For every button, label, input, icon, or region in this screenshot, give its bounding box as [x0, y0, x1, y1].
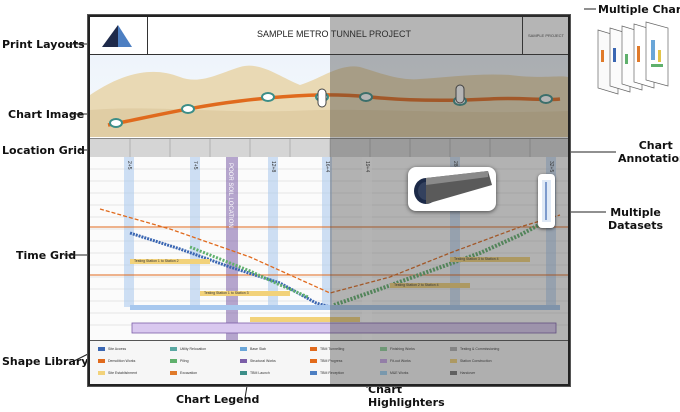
title-block: SAMPLE METRO TUNNEL PROJECT SAMPLE PROJE… — [90, 17, 569, 75]
callout-chart-highlighters: Chart Highlighters — [368, 383, 445, 409]
chart-stack-icon — [597, 21, 669, 95]
dataset-icon — [542, 180, 551, 222]
highlight-band — [124, 157, 134, 307]
location-grid — [90, 138, 568, 158]
blue-band — [130, 305, 560, 310]
shaft — [317, 88, 327, 108]
legend-item: TBM Progress — [320, 359, 343, 363]
callout-time-grid: Time Grid — [16, 249, 77, 262]
legend-swatch — [310, 371, 317, 375]
station-node — [261, 92, 275, 102]
callout-chart-legend: Chart Legend — [176, 393, 260, 406]
time-grid: 2+5 7+5 12+8 16+4 19+4 28+5 32+5 POOR SO… — [90, 157, 568, 341]
station-label-4: 16+4 — [324, 161, 330, 173]
logo-icon — [102, 25, 132, 47]
station-label-3: 12+8 — [270, 161, 276, 173]
legend-item: Excavation — [180, 371, 198, 375]
callout-multiple-charts: Multiple Charts — [598, 3, 680, 16]
time-grid-chart — [90, 157, 568, 340]
legend-item: Site Access — [108, 347, 127, 351]
legend-item: Finishing Works — [390, 347, 415, 351]
legend-item: Fit-out Works — [390, 359, 411, 363]
legend-swatch — [170, 371, 177, 375]
legend-swatch — [450, 347, 457, 351]
station-label-1: 2+5 — [126, 161, 132, 170]
legend-item: Piling — [180, 359, 189, 363]
logo-box — [90, 17, 148, 54]
highlight-band — [322, 157, 332, 307]
legend-swatch — [98, 347, 105, 351]
legend-swatch — [380, 359, 387, 363]
green-progress-series-2 — [189, 245, 309, 299]
highlight-band — [190, 157, 200, 307]
legend-swatch — [240, 359, 247, 363]
callout-print-layouts: Print Layouts — [2, 38, 85, 51]
testing-label-3: Testing Station 2 to Station 4 — [394, 283, 439, 287]
legend-swatch — [98, 371, 105, 375]
poor-soil-label: POOR SOIL LOCATION — [227, 163, 233, 228]
legend-swatch — [310, 347, 317, 351]
legend-item: Handover — [460, 371, 476, 375]
callout-multiple-datasets-text: Multiple Datasets — [608, 206, 664, 232]
chart-annotation-card — [408, 167, 496, 211]
legend-item: Station Construction — [460, 359, 492, 363]
shaft — [455, 84, 465, 104]
legend-item: Demolition Works — [108, 359, 136, 363]
dataset-annotation-card — [538, 174, 555, 228]
legend-item: Base Slab — [250, 347, 266, 351]
station-label-2: 7+5 — [192, 161, 198, 170]
sheet-title: SAMPLE METRO TUNNEL PROJECT — [256, 29, 412, 39]
legend-swatch — [380, 347, 387, 351]
legend-item: TBM Reception — [320, 371, 345, 375]
chart-highlighter-column — [362, 157, 372, 340]
legend-swatch — [380, 371, 387, 375]
hatched-band — [131, 322, 557, 334]
station-node — [109, 118, 123, 128]
callout-multiple-datasets: Multiple Datasets — [608, 206, 663, 232]
legend-swatch — [450, 371, 457, 375]
chart-image — [90, 55, 568, 137]
station-node — [539, 94, 553, 104]
callout-chart-annotations-text: Chart Annotations — [618, 139, 680, 165]
callout-shape-library: Shape Library — [2, 355, 89, 368]
legend-item: TBM Tunnelling — [320, 347, 345, 351]
legend-item: Testing & Commissioning — [460, 347, 500, 351]
legend-swatch — [170, 347, 177, 351]
legend-item: Site Establishment — [108, 371, 137, 375]
location-grid-ticks — [129, 139, 531, 157]
callout-chart-highlighters-text: Chart Highlighters — [368, 383, 445, 409]
station-label-7: 32+5 — [548, 161, 554, 173]
testing-bar — [250, 317, 360, 322]
testing-label-2: Testing Station 1 to Station 3 — [204, 291, 249, 295]
testing-label-4: Testing Station 3 to Station 4 — [454, 257, 499, 261]
legend-swatch — [240, 371, 247, 375]
legend-item: Structural Works — [250, 359, 276, 363]
legend-item: Utility Relocation — [180, 347, 207, 351]
legend-swatch — [170, 359, 177, 363]
highlight-band — [268, 157, 278, 307]
station-label-5: 19+4 — [364, 161, 370, 173]
testing-label-1: Testing Station 1 to Station 2 — [134, 259, 179, 263]
callout-chart-annotations: Chart Annotations — [618, 139, 680, 165]
station-node — [181, 104, 195, 114]
sheet-corner-text: SAMPLE PROJECT SOFTWARE — [522, 17, 569, 75]
station-node — [359, 92, 373, 102]
legend-item: TBM Launch — [250, 371, 270, 375]
legend-swatch — [450, 359, 457, 363]
chart-legend: Site Access Demolition Works Site Establ… — [90, 341, 568, 384]
legend-swatch — [310, 359, 317, 363]
print-layout-sheet: SAMPLE METRO TUNNEL PROJECT SAMPLE PROJE… — [88, 15, 570, 386]
legend-item: M&E Works — [390, 371, 409, 375]
drill-head-icon — [414, 171, 492, 204]
legend-swatch — [240, 347, 247, 351]
callout-chart-image: Chart Image — [8, 108, 85, 121]
legend-swatch — [98, 359, 105, 363]
callout-location-grid: Location Grid — [2, 144, 85, 157]
